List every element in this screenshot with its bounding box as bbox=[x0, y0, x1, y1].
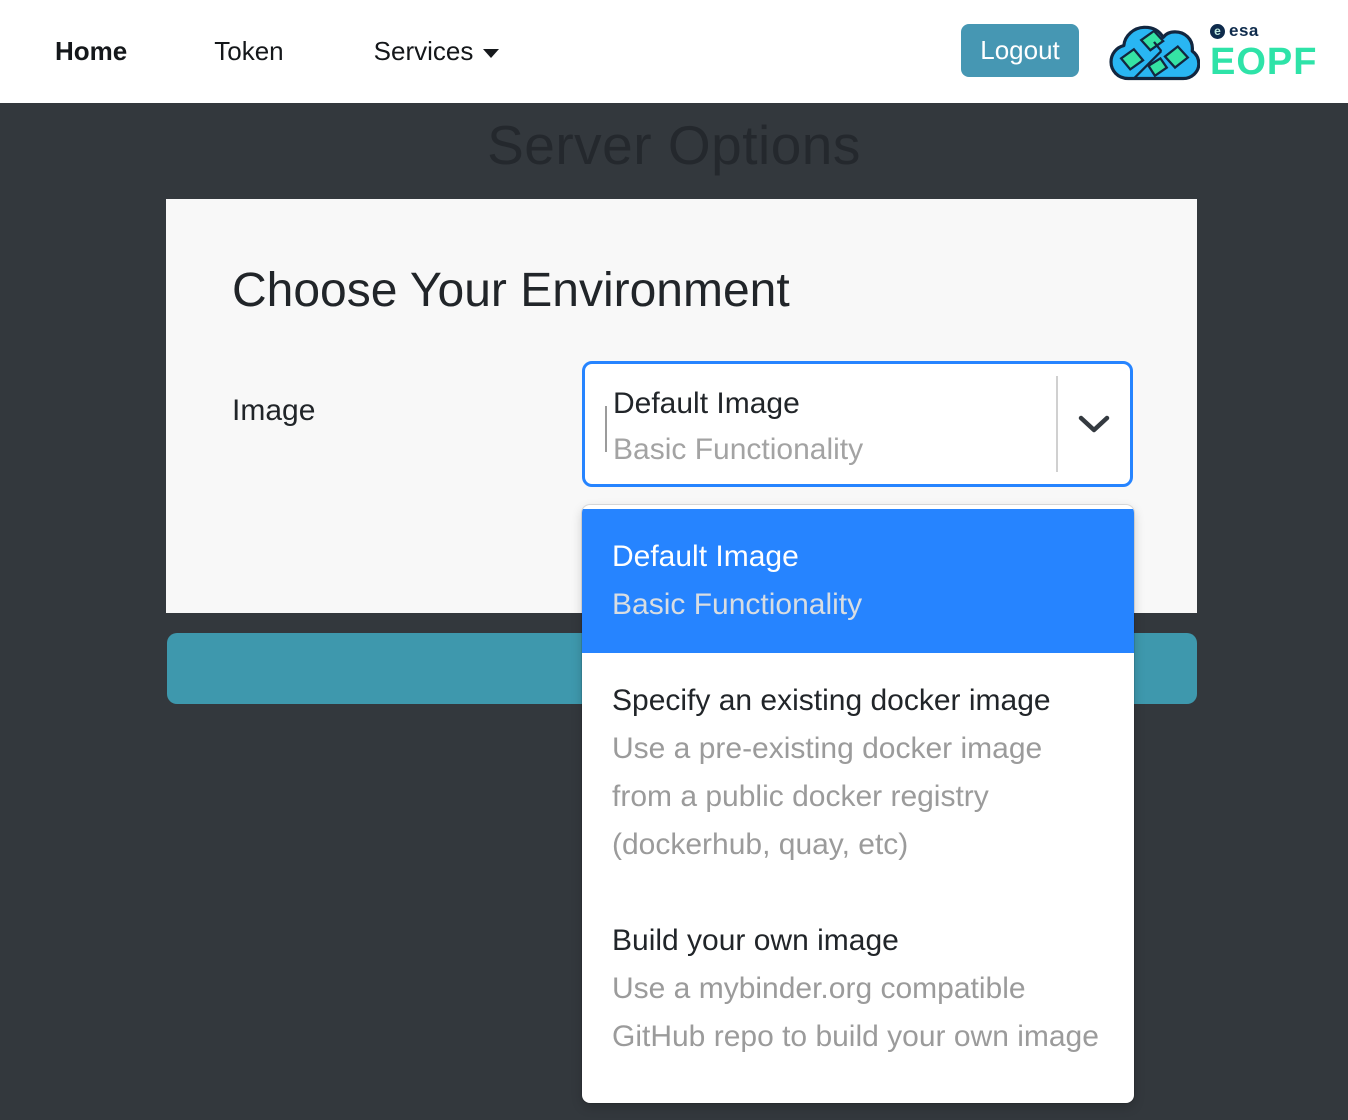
option-build-your-own-image[interactable]: Build your own image Use a mybinder.org … bbox=[582, 893, 1134, 1085]
option-title: Build your own image bbox=[612, 917, 1104, 965]
dropdown-indicator[interactable] bbox=[1058, 364, 1130, 484]
main-content: Server Options Choose Your Environment I… bbox=[0, 103, 1348, 1120]
select-value-subtitle: Basic Functionality bbox=[613, 427, 1050, 473]
option-description: Basic Functionality bbox=[612, 581, 1104, 629]
option-description: Use a pre-existing docker image from a p… bbox=[612, 725, 1104, 869]
text-cursor bbox=[605, 406, 607, 452]
nav-links: Home Token Services bbox=[0, 0, 499, 103]
logout-button[interactable]: Logout bbox=[961, 24, 1079, 77]
esa-logo: e esa bbox=[1210, 22, 1317, 40]
eopf-wordmark: EOPF bbox=[1210, 42, 1317, 82]
brand-text: e esa EOPF bbox=[1210, 20, 1317, 82]
esa-ball-icon: e bbox=[1210, 24, 1225, 39]
nav-item-services-label: Services bbox=[374, 36, 474, 67]
eopf-cloud-icon bbox=[1108, 20, 1200, 84]
image-field-label: Image bbox=[232, 394, 315, 428]
card-heading: Choose Your Environment bbox=[232, 263, 790, 318]
option-default-image[interactable]: Default Image Basic Functionality bbox=[582, 509, 1134, 653]
image-select-menu: Default Image Basic Functionality Specif… bbox=[582, 505, 1134, 1103]
top-navbar: Home Token Services Logout bbox=[0, 0, 1348, 103]
nav-item-token[interactable]: Token bbox=[214, 36, 283, 67]
select-value-title: Default Image bbox=[613, 381, 1050, 427]
option-existing-docker-image[interactable]: Specify an existing docker image Use a p… bbox=[582, 653, 1134, 893]
chevron-down-icon bbox=[1076, 413, 1112, 435]
image-select[interactable]: Default Image Basic Functionality bbox=[582, 361, 1133, 487]
page-title: Server Options bbox=[0, 113, 1348, 177]
option-description: Use a mybinder.org compatible GitHub rep… bbox=[612, 965, 1104, 1061]
esa-wordmark: esa bbox=[1229, 21, 1259, 41]
select-value: Default Image Basic Functionality bbox=[613, 381, 1050, 473]
nav-item-services[interactable]: Services bbox=[374, 36, 500, 67]
option-title: Specify an existing docker image bbox=[612, 677, 1104, 725]
option-title: Default Image bbox=[612, 533, 1104, 581]
nav-item-home[interactable]: Home bbox=[55, 36, 127, 67]
caret-down-icon bbox=[483, 49, 499, 58]
page: Home Token Services Logout bbox=[0, 0, 1348, 1120]
brand-logo[interactable]: e esa EOPF bbox=[1108, 20, 1317, 84]
